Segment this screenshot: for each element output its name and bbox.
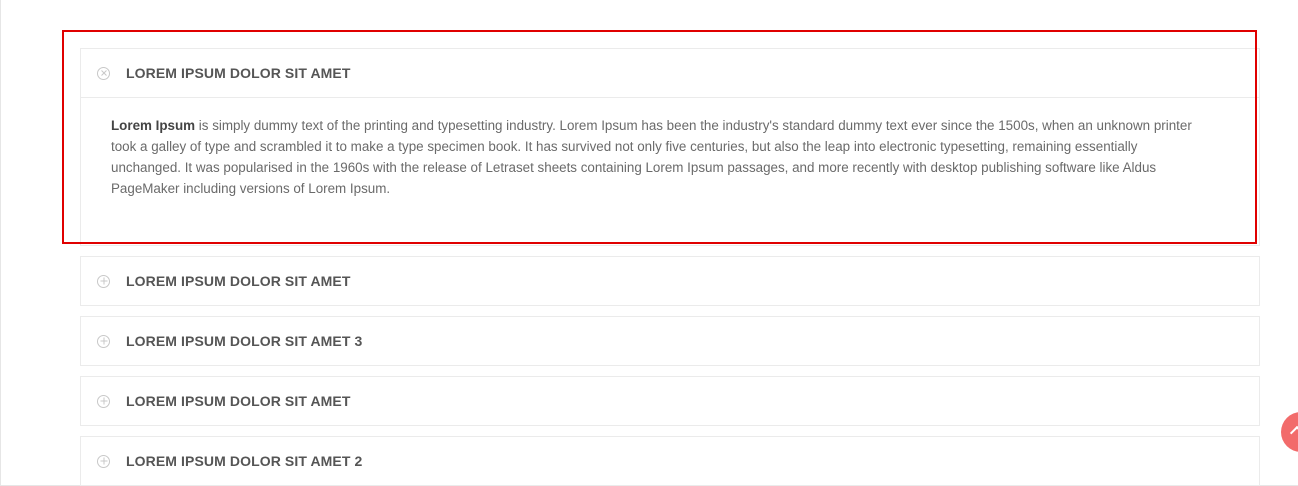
- accordion-body: Lorem Ipsum is simply dummy text of the …: [81, 97, 1259, 245]
- accordion: LOREM IPSUM DOLOR SIT AMET Lorem Ipsum i…: [80, 48, 1260, 486]
- scroll-to-top-button[interactable]: [1281, 412, 1298, 452]
- accordion-title: LOREM IPSUM DOLOR SIT AMET 2: [126, 453, 363, 469]
- accordion-header[interactable]: LOREM IPSUM DOLOR SIT AMET: [81, 49, 1259, 97]
- accordion-item: LOREM IPSUM DOLOR SIT AMET 3: [80, 316, 1260, 366]
- accordion-item: LOREM IPSUM DOLOR SIT AMET: [80, 376, 1260, 426]
- plus-circle-icon[interactable]: [97, 274, 110, 288]
- body-bold-text: Lorem Ipsum: [111, 118, 196, 133]
- accordion-title: LOREM IPSUM DOLOR SIT AMET: [126, 65, 351, 81]
- chevron-up-icon: [1289, 425, 1298, 441]
- accordion-title: LOREM IPSUM DOLOR SIT AMET: [126, 393, 351, 409]
- accordion-item: LOREM IPSUM DOLOR SIT AMET: [80, 256, 1260, 306]
- page: LOREM IPSUM DOLOR SIT AMET Lorem Ipsum i…: [0, 0, 1298, 486]
- accordion-header[interactable]: LOREM IPSUM DOLOR SIT AMET 2: [81, 437, 1259, 485]
- body-text: is simply dummy text of the printing and…: [111, 118, 1192, 196]
- accordion-item: LOREM IPSUM DOLOR SIT AMET 2: [80, 436, 1260, 486]
- plus-circle-icon[interactable]: [97, 454, 110, 468]
- plus-circle-icon[interactable]: [97, 394, 110, 408]
- accordion-title: LOREM IPSUM DOLOR SIT AMET 3: [126, 333, 363, 349]
- accordion-title: LOREM IPSUM DOLOR SIT AMET: [126, 273, 351, 289]
- plus-circle-icon[interactable]: [97, 334, 110, 348]
- accordion-header[interactable]: LOREM IPSUM DOLOR SIT AMET 3: [81, 317, 1259, 365]
- close-circle-icon[interactable]: [97, 66, 110, 80]
- accordion-header[interactable]: LOREM IPSUM DOLOR SIT AMET: [81, 377, 1259, 425]
- accordion-header[interactable]: LOREM IPSUM DOLOR SIT AMET: [81, 257, 1259, 305]
- accordion-item: LOREM IPSUM DOLOR SIT AMET Lorem Ipsum i…: [80, 48, 1260, 246]
